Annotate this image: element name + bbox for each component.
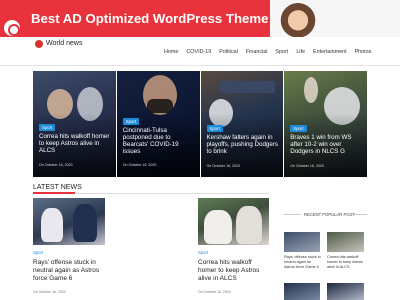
news-card-tag[interactable]: Sport	[33, 250, 43, 255]
ad-banner[interactable]: Best AD Optimized WordPress Theme	[0, 0, 400, 37]
site-logo-icon[interactable]	[35, 40, 43, 48]
player-image	[204, 210, 232, 244]
latest-news-accent	[33, 192, 75, 194]
news-card-date: On October 16, 2020	[33, 290, 66, 294]
recent-popular-heading: RECENT POPULAR POST	[304, 212, 355, 217]
popular-post-image[interactable]	[284, 232, 320, 252]
nav-item-home[interactable]: Home	[164, 49, 178, 55]
page: Best AD Optimized WordPress Theme World …	[0, 0, 400, 300]
player-image	[41, 208, 63, 242]
player-image	[236, 206, 262, 244]
news-card-date: On October 16, 2020	[198, 290, 231, 294]
popular-post-image[interactable]	[284, 283, 320, 300]
featured-slider: Sport Correa hits walkoff homer to keep …	[33, 71, 367, 177]
news-card-title[interactable]: Rays' offense stuck in neutral again as …	[33, 259, 105, 283]
nav-item-photos[interactable]: Photos	[355, 49, 372, 55]
main-nav: Home COVID-19 Political Financial Sport …	[164, 49, 371, 55]
category-tag[interactable]: Sport	[39, 124, 56, 131]
slide-title[interactable]: Cincinnati-Tulsa postponed due to Bearca…	[123, 127, 197, 155]
nav-item-entertainment[interactable]: Entertainment	[313, 49, 347, 55]
popular-post-image[interactable]	[327, 283, 364, 300]
nav-item-sport[interactable]: Sport	[275, 49, 288, 55]
news-card-image[interactable]	[33, 198, 105, 245]
slide-date: On October 16, 2020	[122, 163, 157, 167]
slide-title[interactable]: Correa hits walkoff homer to keep Astros…	[39, 133, 113, 154]
popular-post-image[interactable]	[327, 232, 364, 252]
player-image	[73, 204, 97, 242]
sidebar-heading-line	[349, 214, 367, 215]
slide-date: On October 16, 2020	[39, 163, 73, 167]
popular-post-title[interactable]: Correa hits walkoff homer to keep Astros…	[327, 255, 365, 270]
popular-post-title[interactable]: Rays' offense stuck in neutral again as …	[284, 255, 322, 270]
sidebar-heading-line	[284, 214, 301, 215]
latest-news-heading: LATEST NEWS	[33, 184, 82, 191]
slide-date: On October 16, 2020	[290, 164, 324, 168]
news-card-title[interactable]: Correa hits walkoff homer to keep Astros…	[198, 259, 270, 283]
nav-item-political[interactable]: Political	[219, 49, 238, 55]
featured-slide-3[interactable]: Sport Kershaw falters again in playoffs,…	[200, 71, 284, 177]
slide-title[interactable]: Braves 1 win from WS after 10-2 win over…	[290, 134, 364, 155]
slide-title[interactable]: Kershaw falters again in playoffs, pushi…	[207, 134, 281, 155]
header-divider	[0, 65, 400, 66]
news-card-tag[interactable]: Sport	[198, 250, 208, 255]
nav-item-financial[interactable]: Financial	[246, 49, 268, 55]
player-arm-image	[304, 77, 319, 103]
news-card-image[interactable]	[198, 198, 269, 245]
nav-item-covid-19[interactable]: COVID-19	[186, 49, 211, 55]
featured-slide-2[interactable]: Sport Cincinnati-Tulsa postponed due to …	[116, 71, 200, 177]
category-tag[interactable]: Sport	[290, 125, 307, 132]
featured-slide-4[interactable]: Sport Braves 1 win from WS after 10-2 wi…	[284, 71, 367, 177]
ad-text: Best AD Optimized WordPress Theme	[31, 11, 269, 26]
slide-date: On October 16, 2020	[206, 164, 241, 168]
category-tag[interactable]: Sport	[122, 118, 140, 125]
featured-slide-1[interactable]: Sport Correa hits walkoff homer to keep …	[33, 71, 116, 177]
site-name[interactable]: World news	[46, 40, 82, 47]
postseason-board-image	[218, 81, 275, 93]
face-mask-image	[146, 99, 173, 113]
nav-item-life[interactable]: Life	[296, 49, 305, 55]
category-tag[interactable]: Sport	[206, 125, 223, 132]
ad-model-image	[278, 0, 318, 37]
ad-logo-icon	[4, 20, 20, 36]
